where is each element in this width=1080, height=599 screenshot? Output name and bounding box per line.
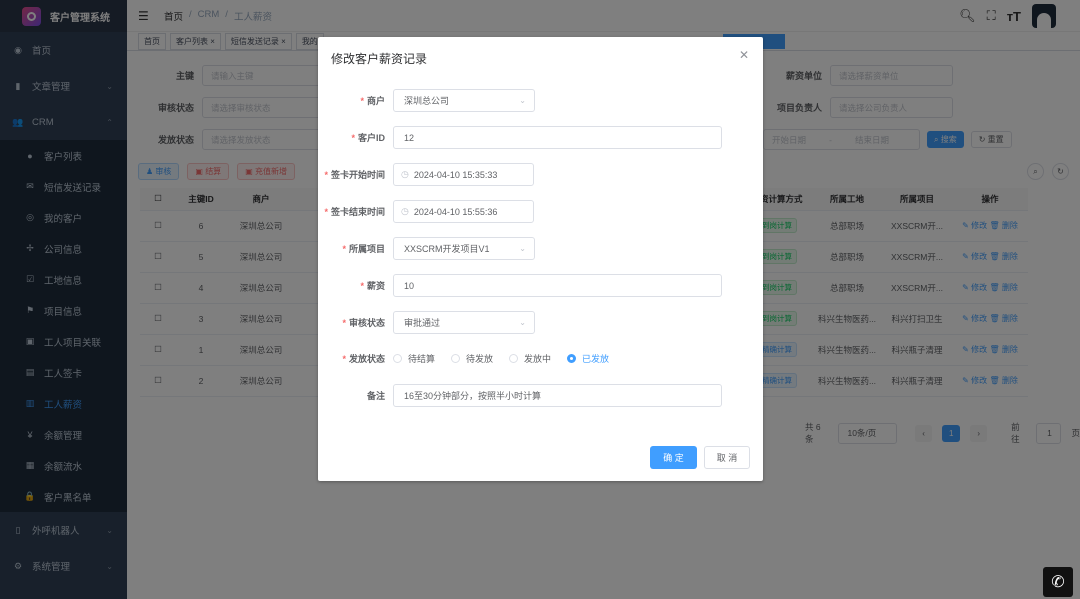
salary-row: * 薪资 10 (318, 274, 722, 297)
phone-icon[interactable]: ✆ (1043, 567, 1073, 597)
chevron-down-icon: ⌄ (519, 318, 526, 327)
audit-status-select[interactable]: 审批通过 ⌄ (393, 311, 535, 334)
salary-input[interactable]: 10 (393, 274, 722, 297)
clock-icon: ◷ (401, 206, 409, 216)
sign-end-picker[interactable]: ◷ 2024-04-10 15:55:36 (393, 200, 534, 223)
sign-end-row: * 签卡结束时间 ◷ 2024-04-10 15:55:36 (318, 200, 534, 223)
customer-id-input[interactable]: 12 (393, 126, 722, 149)
sign-start-picker[interactable]: ◷ 2024-04-10 15:35:33 (393, 163, 534, 186)
remark-row: 备注 16至30分钟部分，按照半小时计算 (318, 384, 722, 407)
remark-input[interactable]: 16至30分钟部分，按照半小时计算 (393, 384, 722, 407)
radio-paying[interactable]: 发放中 (509, 352, 551, 365)
merchant-row: * 商户 深圳总公司 ⌄ (318, 89, 535, 112)
merchant-select[interactable]: 深圳总公司 ⌄ (393, 89, 535, 112)
sign-start-row: * 签卡开始时间 ◷ 2024-04-10 15:35:33 (318, 163, 534, 186)
dialog-title: 修改客户薪资记录 (331, 52, 428, 66)
radio-pending-pay[interactable]: 待发放 (451, 352, 493, 365)
clock-icon: ◷ (401, 169, 409, 179)
edit-salary-dialog: 修改客户薪资记录 ✕ * 商户 深圳总公司 ⌄ * 客户ID 12 * 签卡开始时间 ◷… (318, 37, 763, 481)
radio-pending-settle[interactable]: 待结算 (393, 352, 435, 365)
customer-id-row: * 客户ID 12 (318, 126, 722, 149)
project-row: * 所属项目 XXSCRM开发项目V1 ⌄ (318, 237, 535, 260)
audit-row: * 审核状态 审批通过 ⌄ (318, 311, 535, 334)
radio-paid[interactable]: 已发放 (567, 352, 609, 365)
pay-status-row: * 发放状态 待结算 待发放 发放中 已发放 (342, 352, 610, 365)
project-select[interactable]: XXSCRM开发项目V1 ⌄ (393, 237, 535, 260)
chevron-down-icon: ⌄ (519, 96, 526, 105)
close-icon[interactable]: ✕ (739, 48, 749, 62)
chevron-down-icon: ⌄ (519, 244, 526, 253)
cancel-button[interactable]: 取 消 (704, 446, 750, 469)
confirm-button[interactable]: 确 定 (650, 446, 697, 469)
